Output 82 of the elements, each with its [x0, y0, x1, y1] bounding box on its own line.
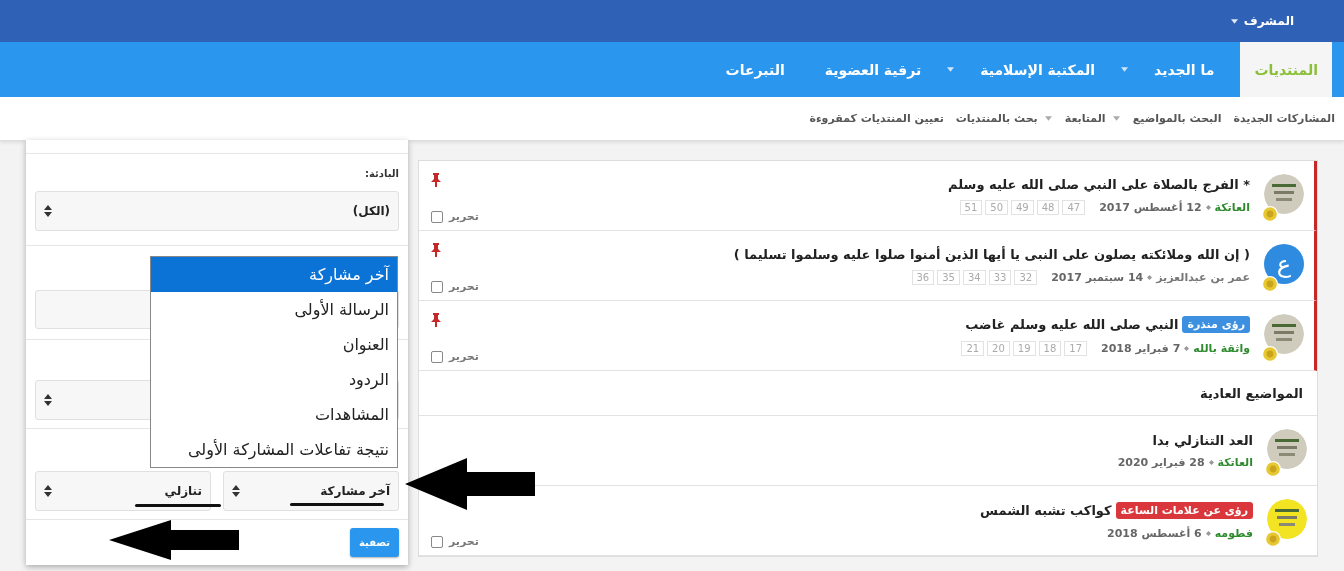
thread-date: 6 أغسطس 2018 [1107, 526, 1202, 540]
author-link[interactable]: العاتكة [1217, 455, 1253, 469]
nav-tab[interactable]: التبرعات [711, 42, 799, 97]
select-checkbox[interactable] [431, 280, 443, 293]
edit-label: تحرير [449, 210, 479, 223]
thread-title[interactable]: النبي صلى الله عليه وسلم غاضب [965, 316, 1179, 332]
author-link[interactable]: فطومه [1214, 526, 1253, 540]
sort-option[interactable]: المشاهدات [151, 397, 397, 432]
page-link[interactable]: 50 [985, 199, 1008, 215]
sort-option[interactable]: نتيجة تفاعلات المشاركة الأولى [151, 432, 397, 467]
page-link[interactable]: 48 [1036, 199, 1060, 215]
filter-button[interactable]: تصفية [350, 528, 399, 557]
page-link[interactable]: 21 [961, 340, 985, 356]
sub-nav-link[interactable]: بحث بالمنتديات [950, 112, 1043, 125]
separator-icon [1205, 204, 1211, 210]
nav-tab[interactable]: المكتبة الإسلامية [966, 42, 1110, 97]
order-select[interactable]: تنازلي [35, 471, 211, 511]
caret-icon[interactable] [1121, 67, 1129, 72]
thread-title[interactable]: * الفرج بالصلاة على النبي صلى الله عليه وسلم [948, 176, 1250, 192]
separator-icon [1147, 274, 1153, 280]
thread-title[interactable]: ( إن الله وملائكته يصلون على النبى يا أيها الذين أمنوا صلوا عليه وسلموا تسليما ) [733, 246, 1250, 262]
page-link[interactable]: 20 [987, 340, 1010, 356]
nav-tab[interactable]: ترقية العضوية [810, 42, 936, 97]
thread-date: 12 أغسطس 2017 [1099, 200, 1202, 214]
thread-date: 7 فبراير 2018 [1101, 341, 1181, 355]
sort-option[interactable]: العنوان [151, 327, 397, 362]
caret-icon[interactable] [1112, 116, 1120, 121]
select-arrows-icon [44, 205, 52, 217]
page-link[interactable]: 36 [911, 269, 935, 285]
page-link[interactable]: 32 [1014, 269, 1038, 285]
sort-select[interactable]: آخر مشاركة [223, 471, 399, 511]
page-link[interactable]: 47 [1062, 199, 1086, 215]
page-link[interactable]: 51 [959, 199, 983, 215]
sub-nav-link[interactable]: المشاركات الجديدة [1228, 112, 1340, 125]
sort-option[interactable]: آخر مشاركة [151, 257, 397, 292]
select-arrows-icon [232, 485, 240, 497]
author-link[interactable]: واثقة بالله [1193, 341, 1250, 355]
edit-label: تحرير [449, 350, 479, 363]
page-link[interactable]: 35 [937, 269, 960, 285]
page-link[interactable]: 19 [1012, 340, 1036, 356]
separator-icon [1208, 459, 1214, 465]
separator-icon [1205, 530, 1211, 536]
edit-label: تحرير [449, 280, 479, 293]
medal-icon [1262, 205, 1278, 222]
prefix-select[interactable]: (الكل) [35, 191, 399, 231]
medal-icon [1265, 530, 1281, 547]
page-link[interactable]: 33 [988, 269, 1012, 285]
thread-date: 28 فبراير 2020 [1117, 455, 1205, 469]
sub-nav-link[interactable]: تعيين المنتديات كمقروءة [804, 112, 949, 125]
thread-prefix-label[interactable]: رؤى منذرة [1182, 315, 1250, 333]
thread-title[interactable]: العد التنازلي بدا [1152, 432, 1253, 448]
edit-label: تحرير [449, 535, 479, 548]
author-link[interactable]: العاتكة [1214, 200, 1250, 214]
sub-nav-link[interactable]: المتابعة [1059, 112, 1111, 125]
section-title: المواضيع العادية [1200, 385, 1303, 401]
select-arrows-icon [44, 485, 52, 497]
page-link[interactable]: 17 [1064, 340, 1088, 356]
separator-icon [1184, 345, 1190, 351]
user-menu[interactable]: المشرف [1243, 14, 1294, 28]
author-link[interactable]: عمر بن عبدالعزيز [1156, 270, 1250, 284]
select-checkbox[interactable] [431, 210, 443, 223]
medal-icon [1265, 460, 1281, 477]
sub-nav-link[interactable]: البحث بالمواضيع [1127, 112, 1227, 125]
sort-option[interactable]: الرسالة الأولى [151, 292, 397, 327]
caret-icon [1230, 18, 1238, 24]
thread-date: 14 سبتمبر 2017 [1051, 270, 1144, 284]
nav-tab[interactable]: ما الجديد [1140, 42, 1229, 97]
sort-option[interactable]: الردود [151, 362, 397, 397]
select-checkbox[interactable] [431, 350, 443, 363]
page-link[interactable]: 34 [962, 269, 986, 285]
thread-title[interactable]: كواكب تشبه الشمس [980, 502, 1112, 518]
medal-icon [1262, 275, 1278, 292]
thread-prefix-label[interactable]: رؤى عن علامات الساعة [1115, 501, 1253, 519]
caret-icon[interactable] [1044, 116, 1052, 121]
page-link[interactable]: 18 [1038, 340, 1062, 356]
medal-icon [1262, 345, 1278, 362]
select-checkbox[interactable] [431, 535, 443, 548]
page-link[interactable]: 49 [1011, 199, 1034, 215]
user-avatar[interactable]: ع [1264, 243, 1304, 284]
field-label: البادئة: [364, 168, 399, 179]
caret-icon[interactable] [947, 67, 955, 72]
select-arrows-icon [44, 394, 52, 406]
